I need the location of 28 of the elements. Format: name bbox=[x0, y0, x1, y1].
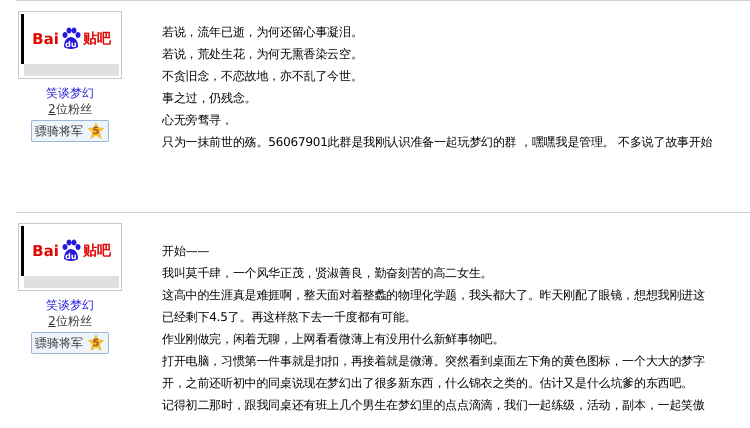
logo-text: Bai bbox=[32, 244, 59, 258]
fans-label: 位粉丝 bbox=[56, 101, 92, 117]
post-text-line: 开始—— bbox=[162, 243, 210, 260]
level-star-icon: 5 bbox=[87, 334, 105, 352]
logo-text: 贴吧 bbox=[82, 244, 111, 258]
post-text-line: 作业刚做完，闲着无聊，上网看看微薄上有没用什么新鲜事物吧。 bbox=[162, 331, 506, 348]
post-text-line: 心无旁骛寻， bbox=[162, 112, 234, 129]
post-text-line: 开，之前还听初中的同桌说现在梦幻出了很多新东西，什么锦衣之类的。估计又是什么坑爹的东西吧。 bbox=[162, 375, 694, 392]
post-text-line: 已经剩下4.5了。再这样熬下去一千度都有可能。 bbox=[162, 309, 418, 326]
logo-text: Bai bbox=[32, 32, 59, 46]
post-text-line: 若说，荒处生花，为何无熏香染云空。 bbox=[162, 46, 364, 63]
level-star-icon: 5 bbox=[87, 122, 105, 140]
logo-text: 贴吧 bbox=[82, 32, 111, 46]
post-text-line: 不贪旧念，不恋故地，亦不乱了今世。 bbox=[162, 68, 364, 85]
post-text-line: 只为一抹前世的殇。56067901此群是我刚认识准备一起玩梦幻的群 ，嘿嘿我是管理。 不多说了故事开始 bbox=[162, 134, 713, 151]
post-text-line: 若说，流年已逝，为何还留心事凝泪。 bbox=[162, 24, 364, 41]
post-text-line: 打开电脑，习惯第一件事就是扣扣，再接着就是微薄。突然看到桌面左下角的黄色图标，一个大大的梦字 bbox=[162, 353, 705, 370]
post-text-line: 事之过，仍残念。 bbox=[162, 90, 258, 107]
post-text-line: 我叫莫千肆，一个风华正茂，贤淑善良，勤奋刻苦的高二女生。 bbox=[162, 265, 494, 282]
author-name[interactable]: 笑谈梦幻 bbox=[46, 297, 94, 313]
fans-count[interactable]: 2 bbox=[48, 101, 56, 117]
fans-count[interactable]: 2 bbox=[48, 313, 56, 329]
rank-title: 骠骑将军 bbox=[35, 335, 83, 352]
fans-label: 位粉丝 bbox=[56, 313, 92, 329]
post-text-line: 这高中的生涯真是难捱啊，整天面对着整蠡的物理化学题，我头都大了。昨天刚配了眼镜，想想我刚进这 bbox=[162, 287, 705, 304]
rank-title: 骠骑将军 bbox=[35, 123, 83, 140]
author-name[interactable]: 笑谈梦幻 bbox=[46, 85, 94, 101]
post-text-line: 记得初二那时，跟我同桌还有班上几个男生在梦幻里的点点滴滴，我们一起练级，活动，副本，一起笑傲 bbox=[162, 397, 705, 414]
